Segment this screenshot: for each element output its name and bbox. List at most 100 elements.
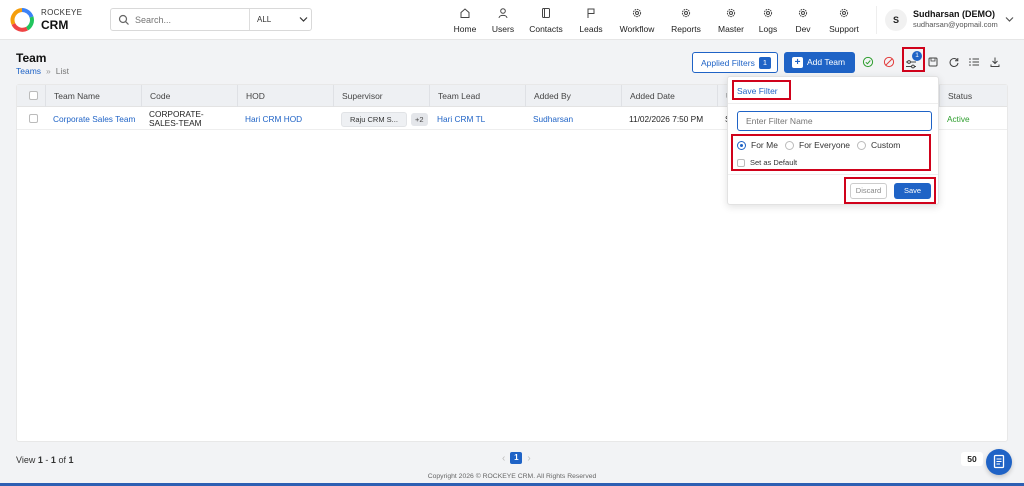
plus-icon: + (792, 57, 803, 68)
filter-name-input[interactable] (737, 111, 932, 131)
nav-label: Logs (758, 24, 778, 34)
column-list-icon[interactable] (968, 56, 980, 68)
flag-icon (587, 8, 595, 18)
breadcrumb-current: List (55, 66, 70, 76)
avatar[interactable]: S (885, 9, 907, 31)
of-label: of (58, 455, 66, 465)
column-header[interactable]: Added Date (621, 85, 717, 107)
gear-icon (726, 8, 736, 18)
view-prefix: View (16, 455, 36, 465)
nav-home[interactable]: Home (451, 0, 479, 40)
search-divider (249, 9, 250, 30)
status-badge: Active (947, 114, 970, 124)
divider (728, 174, 938, 175)
breadcrumb: Teams » List (16, 66, 69, 76)
chevron-left-icon[interactable]: ‹ (497, 453, 510, 464)
gear-icon (839, 8, 849, 18)
range-separator: - (45, 455, 49, 465)
team-code: CORPORATE-SALES-TEAM (149, 109, 204, 128)
total-count: 1 (68, 455, 74, 465)
supervisor-more-badge[interactable]: +2 (410, 112, 428, 126)
brand-top: ROCKEYE (41, 8, 83, 17)
nav-label: Master (718, 24, 744, 34)
nav-label: Contacts (529, 24, 563, 34)
search-input[interactable] (135, 13, 245, 27)
chevron-down-icon[interactable] (1005, 16, 1014, 23)
gear-icon (798, 8, 808, 18)
chevron-right-icon[interactable]: › (522, 453, 535, 464)
home-icon (460, 8, 470, 18)
team-lead-link[interactable]: Hari CRM TL (429, 108, 485, 130)
user-icon (498, 8, 508, 19)
gear-icon (681, 8, 691, 18)
save-icon[interactable] (927, 56, 939, 68)
nav-dev[interactable]: Dev (792, 0, 814, 40)
nav-users[interactable]: Users (490, 0, 516, 40)
nav-support[interactable]: Support (826, 0, 862, 40)
nav-label: Support (829, 24, 859, 34)
select-all-checkbox[interactable] (29, 91, 38, 100)
column-header[interactable]: Code (141, 85, 237, 107)
gear-icon (763, 8, 773, 18)
highlight-box (902, 47, 925, 72)
download-icon[interactable] (989, 56, 1001, 68)
search-icon (118, 14, 129, 25)
user-name: Sudharsan (DEMO) (913, 9, 996, 19)
row-checkbox[interactable] (29, 114, 38, 123)
added-by-link[interactable]: Sudharsan (525, 108, 573, 130)
user-email: sudharsan@yopmail.com (913, 20, 998, 29)
brand-bottom: CRM (41, 18, 69, 32)
nav-contacts[interactable]: Contacts (527, 0, 565, 40)
column-header[interactable]: Supervisor (333, 85, 429, 107)
column-header[interactable]: Status (939, 85, 1007, 107)
nav-label: Workflow (619, 24, 655, 34)
breadcrumb-teams[interactable]: Teams (16, 66, 41, 76)
page-number[interactable]: 1 (510, 452, 523, 464)
supervisor-chip[interactable]: Raju CRM S... (341, 111, 407, 127)
supervisor-cell: Raju CRM S... +2 (333, 108, 428, 130)
applied-filters-button[interactable]: Applied Filters 1 (692, 52, 778, 73)
contacts-icon (542, 8, 550, 18)
nav-label: Home (453, 24, 477, 34)
nav-label: Leads (579, 24, 603, 34)
brand-name: ROCKEYE CRM (41, 8, 83, 32)
chevron-down-icon[interactable] (299, 16, 308, 23)
global-search: ALL (110, 8, 312, 31)
search-scope-select[interactable]: ALL (257, 15, 271, 24)
add-team-button[interactable]: + Add Team (784, 52, 855, 73)
user-menu[interactable]: S Sudharsan (DEMO) sudharsan@yopmail.com (876, 6, 1024, 34)
floating-action-button[interactable] (986, 449, 1012, 475)
block-icon[interactable] (883, 56, 895, 68)
column-header[interactable]: Team Name (45, 85, 145, 107)
nav-leads[interactable]: Leads (578, 0, 604, 40)
highlight-box (732, 80, 791, 100)
hod-link[interactable]: Hari CRM HOD (237, 108, 302, 130)
range-start: 1 (37, 455, 43, 465)
refresh-icon[interactable] (948, 56, 960, 68)
applied-filters-count: 1 (759, 57, 771, 69)
highlight-box (844, 177, 936, 204)
add-team-label: Add Team (807, 57, 846, 67)
team-name-link[interactable]: Corporate Sales Team (45, 108, 135, 130)
check-circle-icon[interactable] (862, 56, 874, 68)
nav-reports[interactable]: Reports (668, 0, 704, 40)
nav-master[interactable]: Master (715, 0, 747, 40)
pagination: ‹ 1 › (497, 452, 536, 464)
rockeye-logo-icon[interactable] (10, 8, 34, 32)
column-header[interactable]: HOD (237, 85, 333, 107)
column-header[interactable]: Team Lead (429, 85, 525, 107)
copyright-text: Copyright 2026 © ROCKEYE CRM. All Rights… (427, 473, 597, 480)
document-icon (993, 454, 1005, 469)
breadcrumb-separator-icon: » (46, 66, 51, 76)
nav-label: Dev (795, 24, 811, 34)
page-title: Team (16, 51, 47, 65)
highlight-box (731, 134, 931, 171)
gear-icon (632, 8, 642, 18)
nav-workflow[interactable]: Workflow (617, 0, 657, 40)
page-size-select[interactable]: 50 (961, 452, 983, 466)
column-header[interactable]: Added By (525, 85, 621, 107)
divider (728, 103, 938, 104)
nav-label: Users (491, 24, 515, 34)
nav-logs[interactable]: Logs (756, 0, 780, 40)
range-end: 1 (50, 455, 56, 465)
